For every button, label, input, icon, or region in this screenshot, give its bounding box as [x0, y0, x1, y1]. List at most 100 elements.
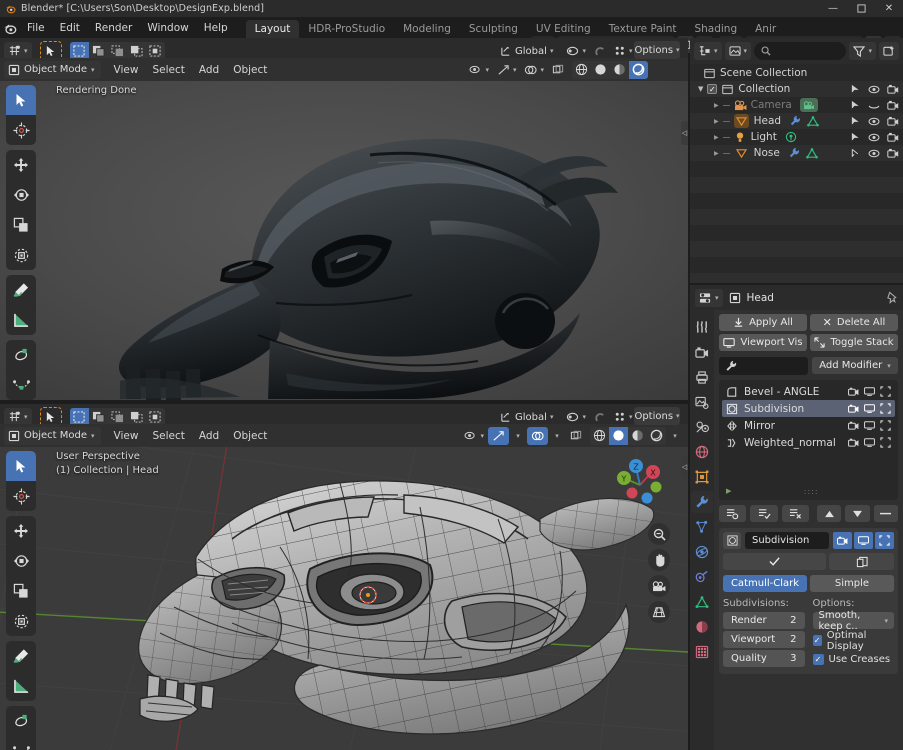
pin-icon[interactable] [886, 291, 898, 304]
blender-menu-icon[interactable] [0, 17, 20, 38]
properties-tab-object[interactable] [691, 466, 713, 488]
optimal-display-row[interactable]: ✓ Optimal Display [812, 630, 895, 652]
camera-view-icon[interactable] [648, 575, 670, 597]
outliner-search-input[interactable] [754, 42, 847, 60]
tool-tweak-select-box-icon[interactable] [6, 85, 36, 115]
minimize-button[interactable]: — [819, 0, 847, 17]
tool-cursor-icon[interactable] [6, 115, 36, 145]
workspace-tab-layout[interactable]: Layout [245, 20, 300, 38]
tool-add-cube-icon[interactable] [6, 340, 36, 370]
properties-tab-scene[interactable] [691, 416, 713, 438]
disable-render-icon-head[interactable] [887, 116, 899, 126]
subdivision-name-field[interactable]: Subdivision [745, 532, 829, 549]
overlays-toggle-2[interactable] [527, 426, 548, 445]
properties-tab-material[interactable] [691, 616, 713, 638]
maximize-button[interactable] [847, 0, 875, 17]
camera-data-badge[interactable] [799, 98, 818, 112]
tool-transform-icon-2[interactable] [6, 606, 36, 636]
restrict-select-icon-head[interactable] [850, 116, 861, 126]
render-visibility-icon-mirror[interactable] [848, 421, 859, 430]
zoom-icon[interactable] [648, 523, 670, 545]
outliner-row-light[interactable]: ▶ Light [690, 129, 903, 145]
outliner-row-collection[interactable]: ▼ ✓ Collection [690, 81, 903, 97]
overlays-toggle[interactable]: ▾ [520, 61, 548, 79]
outliner-row-scene-collection[interactable]: Scene Collection [690, 65, 903, 81]
viewport-subdivisions-field[interactable]: Viewport 2 [723, 631, 805, 648]
menu-help[interactable]: Help [197, 19, 235, 36]
hide-eye-icon[interactable] [868, 85, 880, 94]
viewport-visibility-icon-subdiv[interactable] [864, 404, 875, 413]
toggle-stack-button[interactable]: Toggle Stack [810, 334, 898, 351]
tool-rotate-icon-2[interactable] [6, 546, 36, 576]
viewport-top-3d[interactable]: Rendering Done ◁ [0, 81, 688, 400]
hide-eye-closed-icon[interactable] [868, 101, 880, 110]
properties-tab-object-data[interactable] [691, 591, 713, 613]
viewport-bottom-menu-view[interactable]: View [107, 427, 146, 445]
properties-tab-world[interactable] [691, 441, 713, 463]
object-mode-dropdown[interactable]: Object Mode ▾ [4, 60, 101, 79]
restrict-select-icon[interactable] [850, 84, 861, 94]
restrict-select-icon-camera[interactable] [850, 100, 861, 110]
viewport-bottom-menu-add[interactable]: Add [192, 427, 226, 445]
visibility-dropdown-2[interactable]: ▾ [460, 427, 488, 445]
mesh-data-icon-nose[interactable] [805, 147, 818, 159]
shading-rendered-icon-2[interactable] [647, 427, 666, 445]
uv-smooth-dropdown[interactable]: Smooth, keep c.. ▾ [812, 610, 894, 632]
viewport-top-menu-select[interactable]: Select [145, 61, 191, 79]
list-expand-icon[interactable]: ▶ [726, 487, 731, 495]
workspace-tab-hdr-prostudio[interactable]: HDR-ProStudio [299, 20, 394, 38]
restrict-select-icon-light[interactable] [850, 132, 861, 142]
remove-modifier-button[interactable] [873, 505, 899, 522]
disable-render-icon-light[interactable] [887, 132, 899, 142]
render-visibility-icon[interactable] [848, 387, 859, 396]
viewport-bottom-options-button[interactable]: Options ▾ [634, 407, 680, 425]
subdivision-render-toggle[interactable] [833, 532, 852, 549]
viewport-top-options-button[interactable]: Options ▾ [634, 41, 680, 59]
subdivision-apply-button[interactable] [723, 553, 827, 570]
tool-rotate-icon[interactable] [6, 180, 36, 210]
disclosure-triangle-icon-light[interactable]: ▶ [714, 134, 719, 141]
use-creases-checkbox[interactable]: ✓ [812, 654, 824, 665]
modifier-row-subdivision[interactable]: Subdivision [722, 400, 895, 417]
shading-rendered-icon[interactable] [629, 60, 648, 79]
overlay-options-dropdown[interactable]: ▾ [548, 427, 566, 445]
render-visibility-icon-wn[interactable] [848, 438, 859, 447]
properties-editor-type-dropdown[interactable]: ▾ [695, 288, 723, 307]
properties-tab-view-layer[interactable] [691, 391, 713, 413]
modifier-search-input[interactable] [719, 357, 808, 375]
restrict-select-off-icon-nose[interactable] [850, 148, 861, 158]
subdivision-duplicate-button[interactable] [829, 553, 894, 570]
navigation-gizmo[interactable]: Z X Y [606, 451, 674, 519]
modifier-row-bevel[interactable]: Bevel - ANGLE [722, 383, 895, 400]
shading-wireframe-icon-2[interactable] [590, 427, 609, 445]
viewport-top-sidebar-toggle[interactable]: ◁ [681, 121, 688, 145]
disclosure-triangle-icon-nose[interactable]: ▶ [714, 150, 719, 157]
tool-spin-icon[interactable] [6, 370, 36, 400]
viewport-visibility-icon[interactable] [864, 387, 875, 396]
tool-add-cube-icon-2[interactable] [6, 706, 36, 736]
tool-measure-icon[interactable] [6, 305, 36, 335]
viewport-bottom-menu-select[interactable]: Select [145, 427, 191, 445]
disclosure-triangle-icon-camera[interactable]: ▶ [714, 102, 719, 109]
disclosure-triangle-icon[interactable]: ▼ [698, 85, 703, 93]
hide-eye-icon-head[interactable] [868, 117, 880, 126]
use-creases-row[interactable]: ✓ Use Creases [812, 651, 895, 668]
properties-tab-physics[interactable] [691, 541, 713, 563]
outliner-row-nose[interactable]: ▶ Nose [690, 145, 903, 161]
tool-spin-icon-2[interactable] [6, 736, 36, 750]
tool-measure-icon-2[interactable] [6, 671, 36, 701]
add-modifier-button[interactable]: Add Modifier ▾ [812, 357, 898, 374]
workspace-tab-modeling[interactable]: Modeling [394, 20, 460, 38]
xray-toggle[interactable] [548, 61, 568, 79]
gizmo-toggle-2[interactable] [488, 426, 509, 445]
tool-annotate-icon-2[interactable] [6, 641, 36, 671]
visibility-dropdown[interactable]: ▾ [465, 61, 493, 79]
collection-checkbox[interactable]: ✓ [707, 84, 718, 94]
disable-render-icon-nose[interactable] [887, 148, 899, 158]
shading-solid-icon[interactable] [591, 61, 610, 79]
tool-move-icon-2[interactable] [6, 516, 36, 546]
close-button[interactable]: ✕ [875, 0, 903, 17]
outliner-filter-button[interactable]: ▾ [849, 42, 876, 60]
viewport-top-menu-object[interactable]: Object [226, 61, 274, 79]
properties-tab-constraints[interactable] [691, 566, 713, 588]
